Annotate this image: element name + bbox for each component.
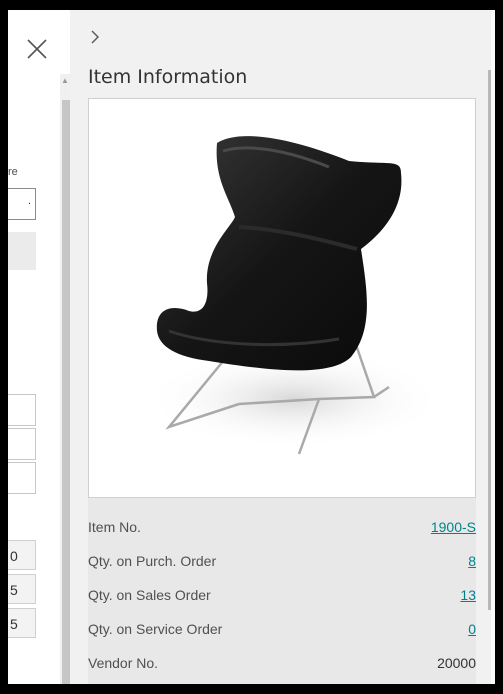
window-edge xyxy=(491,10,495,684)
field-box-fragment[interactable] xyxy=(8,394,36,426)
field-label: Qty. on Purch. Order xyxy=(88,553,217,569)
field-qty-sales-order: Qty. on Sales Order 13 xyxy=(88,578,476,612)
chevron-right-icon[interactable] xyxy=(88,28,102,46)
item-no-link[interactable]: 1900-S xyxy=(431,519,476,535)
item-picture[interactable] xyxy=(88,98,476,498)
field-qty-purch-order: Qty. on Purch. Order 8 xyxy=(88,544,476,578)
vendor-no-value: 20000 xyxy=(437,655,476,671)
scroll-up-arrow-icon[interactable]: ▲ xyxy=(61,76,69,85)
screen-frame: re . 0 5 5 ▲ Item Information Item No. 1… xyxy=(0,0,503,694)
number-fragment: 0 xyxy=(8,540,36,570)
field-item-no: Item No. 1900-S xyxy=(88,510,476,544)
field-vendor-no: Vendor No. 20000 xyxy=(88,646,476,680)
field-qty-service-order: Qty. on Service Order 0 xyxy=(88,612,476,646)
field-label-fragment: re xyxy=(8,166,18,178)
dialog-scrollbar-thumb[interactable] xyxy=(62,100,70,684)
number-fragment: 5 xyxy=(8,608,36,638)
field-label: Qty. on Service Order xyxy=(88,621,223,637)
qty-service-order-link[interactable]: 0 xyxy=(468,621,476,637)
field-input-fragment[interactable]: . xyxy=(8,188,36,220)
number-fragment: 5 xyxy=(8,574,36,604)
item-information-factbox: Item Information Item No. 1900-S Qty. on… xyxy=(70,10,491,684)
field-readonly-fragment xyxy=(8,232,36,270)
item-card-dialog: re . 0 5 5 ▲ xyxy=(8,10,70,684)
field-label: Vendor No. xyxy=(88,655,159,671)
field-label: Qty. on Sales Order xyxy=(88,587,211,603)
chair-image xyxy=(144,136,444,455)
factbox-title: Item Information xyxy=(88,66,248,88)
field-box-fragment[interactable] xyxy=(8,428,36,460)
factbox-content: Item No. 1900-S Qty. on Purch. Order 8 Q… xyxy=(88,98,476,684)
qty-purch-order-link[interactable]: 8 xyxy=(468,553,476,569)
close-icon[interactable] xyxy=(22,34,52,64)
field-input-value: . xyxy=(27,195,31,207)
factbox-fields: Item No. 1900-S Qty. on Purch. Order 8 Q… xyxy=(88,510,476,680)
qty-sales-order-link[interactable]: 13 xyxy=(460,587,476,603)
field-label: Item No. xyxy=(88,519,141,535)
field-box-fragment[interactable] xyxy=(8,462,36,494)
